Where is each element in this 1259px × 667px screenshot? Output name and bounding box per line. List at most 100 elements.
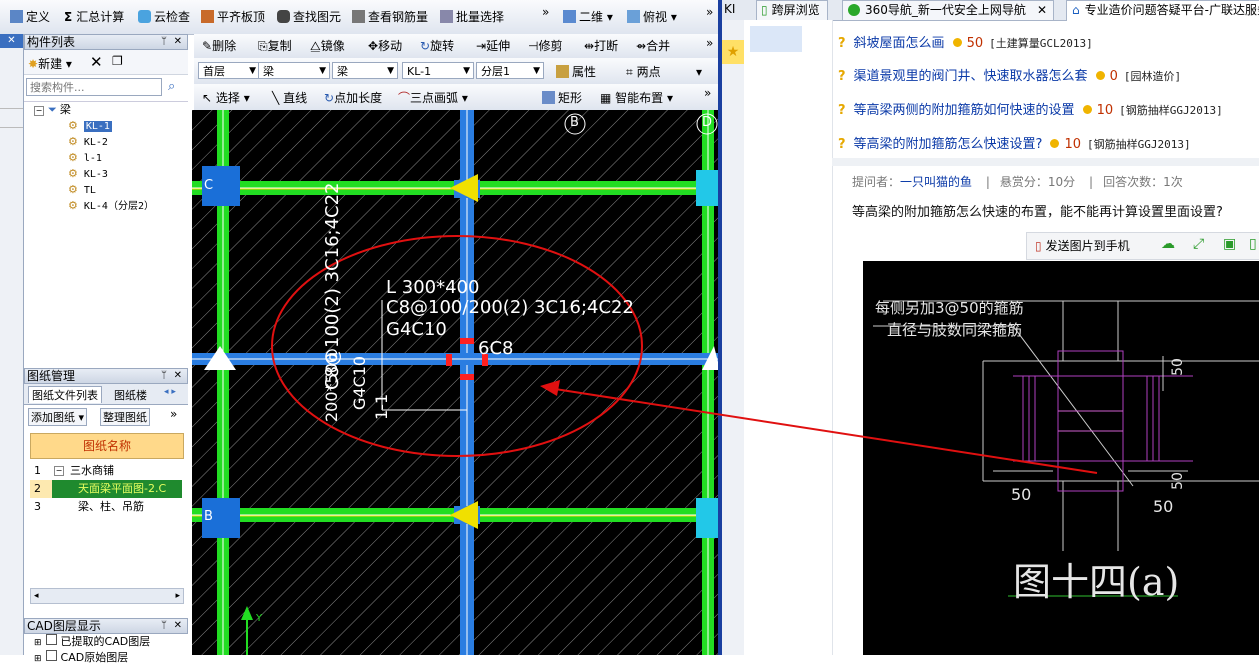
- tree-item-kl1[interactable]: ⚙ KL-1: [24, 118, 188, 134]
- question-item[interactable]: ? 等高梁两侧的附加箍筋如何快速的设置 10 [钢筋抽样GGJ2013]: [838, 101, 1223, 121]
- toolbar-more[interactable]: »: [706, 34, 713, 52]
- expand-icon[interactable]: ⊞: [34, 638, 42, 648]
- type-select-2[interactable]: 梁 ▼: [332, 62, 398, 79]
- tree-item-tl[interactable]: ⚙ TL: [24, 182, 188, 198]
- copy-icon[interactable]: ❐: [112, 54, 123, 68]
- toolbar-more[interactable]: »: [704, 84, 711, 102]
- save-icon[interactable]: ▣: [1223, 236, 1236, 252]
- question-item[interactable]: ? 等高梁的附加箍筋怎么快速设置? 10 [钢筋抽样GGJ2013]: [838, 135, 1191, 155]
- extend-button[interactable]: ⇥延伸: [476, 37, 510, 55]
- question-item[interactable]: ? 渠道景观里的阀门井、快速取水器怎么套 0 [园林造价]: [838, 67, 1181, 87]
- toolbar-more-2[interactable]: »: [706, 3, 713, 21]
- 360-icon: [848, 4, 860, 16]
- cad-layer-item[interactable]: ⊞ CAD原始图层: [24, 650, 188, 666]
- line-tool-button[interactable]: ╲ 直线: [272, 89, 307, 107]
- horizontal-scrollbar[interactable]: ◂ ▸: [30, 588, 184, 604]
- question-item[interactable]: ? 斜坡屋面怎么画 50 [土建算量GCL2013]: [838, 34, 1093, 54]
- collapse-icon[interactable]: −: [54, 466, 64, 476]
- strip-item[interactable]: [0, 108, 23, 128]
- arc-tool-button[interactable]: ⌒三点画弧 ▾: [398, 89, 468, 107]
- tree-item-kl3[interactable]: ⚙ KL-3: [24, 166, 188, 182]
- view-rebar-button[interactable]: 查看钢筋量: [352, 8, 428, 26]
- toolbar-more[interactable]: ▾: [696, 63, 702, 81]
- tab-360-nav[interactable]: 360导航_新一代安全上网导航 ✕: [842, 0, 1054, 21]
- batch-select-button[interactable]: 批量选择: [440, 8, 504, 26]
- close-icon[interactable]: ✕: [174, 369, 182, 383]
- asker-link[interactable]: 一只叫猫的鱼: [900, 175, 972, 189]
- tree-item-kl2[interactable]: ⚙ KL-2: [24, 134, 188, 150]
- question-icon: ?: [838, 137, 846, 152]
- tab-glodon-qa[interactable]: ⌂ 专业造价问题答疑平台-广联达服务: [1066, 0, 1259, 21]
- slab-top-button[interactable]: 平齐板顶: [201, 8, 265, 26]
- toolbar-more[interactable]: »: [542, 3, 549, 21]
- more-icon[interactable]: »: [170, 407, 177, 421]
- expand-icon[interactable]: ⊞: [34, 654, 42, 664]
- merge-button[interactable]: ⇴合并: [636, 37, 670, 55]
- expand-icon[interactable]: ⤢: [1193, 236, 1204, 252]
- break-button[interactable]: ⇹打断: [584, 37, 618, 55]
- drawing-table: 1− 三水商铺 2 天面梁平面图-2.C 3 梁、柱、吊筋: [30, 462, 182, 516]
- component-select[interactable]: KL-1 ▼: [402, 62, 474, 79]
- more-icon[interactable]: ▯: [1249, 236, 1257, 252]
- floor-select[interactable]: 首层 ▼: [198, 62, 260, 79]
- cloud-check-button[interactable]: 云检查: [138, 8, 190, 26]
- view-direction-select[interactable]: 俯视 ▾: [627, 8, 677, 26]
- trim-button[interactable]: ⊣修剪: [528, 37, 562, 55]
- cad-canvas[interactable]: B D C B Y L 300*400 C8@100/200(2) 3C16;4…: [192, 110, 720, 655]
- select-tool-button[interactable]: ↖ 选择 ▾: [202, 89, 250, 107]
- mirror-button[interactable]: ⧋镜像: [310, 37, 345, 55]
- close-icon[interactable]: ✕: [174, 35, 182, 49]
- cad-layer-item[interactable]: ⊞ 已提取的CAD图层: [24, 634, 188, 650]
- view-mode-select[interactable]: 二维 ▾: [563, 8, 613, 26]
- sum-calc-button[interactable]: Σ 汇总计算: [64, 8, 124, 26]
- drawing-row[interactable]: 3 梁、柱、吊筋: [30, 498, 182, 516]
- smart-layout-button[interactable]: ▦ 智能布置 ▾: [600, 89, 673, 107]
- two-point-button[interactable]: ⌗ 两点: [626, 63, 661, 81]
- search-input[interactable]: [26, 78, 162, 96]
- tab-drawing-floor[interactable]: 图纸楼: [114, 387, 147, 403]
- star-icon[interactable]: ★: [722, 40, 744, 64]
- find-element-button[interactable]: 查找图元: [277, 8, 341, 26]
- send-to-phone-button[interactable]: ▯ 发送图片到手机: [1035, 237, 1130, 254]
- checkbox[interactable]: [45, 650, 57, 661]
- search-icon[interactable]: ⌕: [168, 79, 175, 94]
- tree-item-l1[interactable]: ⚙ l-1: [24, 150, 188, 166]
- drawing-row[interactable]: 2 天面梁平面图-2.C: [30, 480, 182, 498]
- cloud-icon[interactable]: ☁: [1161, 236, 1175, 252]
- question-cad-image[interactable]: 每侧另加3@50的箍筋 直径与肢数同梁箍筋 50 50 50 50 图十四(a): [863, 261, 1259, 655]
- tab-close-icon[interactable]: ✕: [1037, 1, 1047, 20]
- collapse-icon[interactable]: −: [34, 106, 44, 116]
- move-button[interactable]: ✥移动: [368, 37, 402, 55]
- new-button[interactable]: ✸新建 ▾: [28, 55, 72, 72]
- close-icon[interactable]: ✕: [174, 619, 182, 633]
- scroll-left-icon[interactable]: ◂: [34, 591, 39, 601]
- pin-icon[interactable]: ᛘ: [161, 35, 167, 49]
- pin-icon[interactable]: ᛘ: [161, 369, 167, 383]
- rect-tool-button[interactable]: 矩形: [542, 89, 582, 107]
- delete-button[interactable]: ✎删除: [202, 37, 236, 55]
- pin-icon[interactable]: ᛘ: [161, 619, 167, 633]
- drawing-row[interactable]: 1− 三水商铺: [30, 462, 182, 480]
- tab-scroll-arrows[interactable]: ◂ ▸: [164, 387, 176, 397]
- scroll-right-icon[interactable]: ▸: [175, 589, 180, 603]
- break-icon: ⇹: [584, 39, 595, 53]
- add-drawing-button[interactable]: 添加图纸 ▾: [28, 408, 88, 426]
- attribute-button[interactable]: 属性: [556, 63, 596, 81]
- tab-cross-screen[interactable]: ▯ 跨屏浏览: [756, 0, 828, 21]
- arrange-drawing-button[interactable]: 整理图纸: [100, 408, 150, 426]
- delete-icon[interactable]: ✕: [90, 53, 103, 71]
- tree-item-kl4[interactable]: ⚙ KL-4（分层2）: [24, 198, 188, 214]
- strip-close-icon[interactable]: ✕: [0, 34, 23, 48]
- copy-button[interactable]: ⎘复制: [258, 37, 292, 55]
- tab-drawing-files[interactable]: 图纸文件列表: [28, 386, 102, 403]
- define-button[interactable]: 定义: [10, 8, 50, 26]
- trim-icon: ⊣: [528, 39, 539, 53]
- checkbox[interactable]: [45, 634, 57, 645]
- layer-select[interactable]: 分层1 ▼: [476, 62, 544, 79]
- rotate-button[interactable]: ↻旋转: [420, 37, 454, 55]
- tree-root[interactable]: − ⏷ 梁: [24, 102, 188, 118]
- point-length-button[interactable]: ↻点加长度: [324, 89, 382, 107]
- batch-select-icon: [440, 10, 453, 23]
- tab-fragment[interactable]: KI: [724, 2, 735, 16]
- type-select-1[interactable]: 梁 ▼: [258, 62, 330, 79]
